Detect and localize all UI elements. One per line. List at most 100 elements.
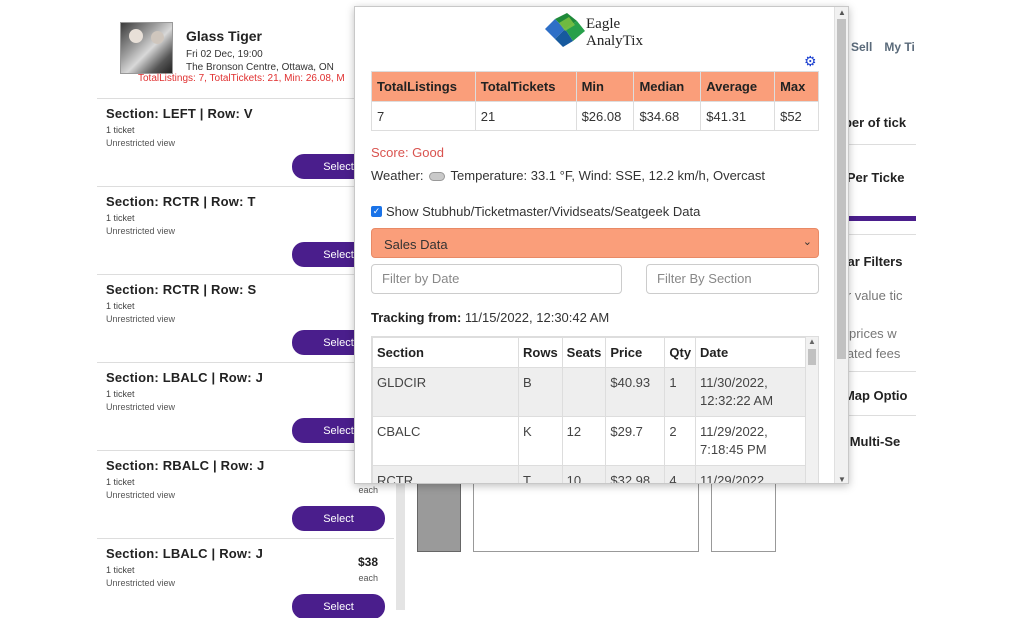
listing-item[interactable]: Section: LBALC | Row: J 1 ticket Unrestr… <box>97 362 394 450</box>
seat-map-section[interactable] <box>473 483 699 552</box>
sales-date-time: 7:18:45 PM <box>700 442 767 457</box>
listing-title: Section: RCTR | Row: S <box>106 282 257 297</box>
listing-qty: 1 ticket <box>106 125 135 135</box>
sales-table: Section Rows Seats Price Qty Date GLDCIR… <box>372 337 806 484</box>
listing-qty: 1 ticket <box>106 477 135 487</box>
listing-view: Unrestricted view <box>106 402 176 412</box>
sales-cell-seats: 10 <box>561 465 607 483</box>
stats-header: Average <box>700 71 776 102</box>
sales-date-day: 11/29/2022, <box>700 424 768 439</box>
stats-value: $41.31 <box>700 101 776 131</box>
sales-cell-seats: 12 <box>561 416 607 466</box>
sales-cell-date: 11/29/2022, <box>695 465 806 484</box>
logo: Eagle AnalyTix <box>541 11 651 51</box>
scroll-up-icon[interactable]: ▲ <box>808 337 816 346</box>
table-row: CBALC K 12 $29.7 2 11/29/2022, 7:18:45 PM <box>372 416 806 466</box>
event-title: Glass Tiger <box>186 28 263 44</box>
popup-content: Eagle AnalyTix ⚙ TotalListings TotalTick… <box>355 7 836 484</box>
stats-header: Median <box>633 71 702 102</box>
event-date: Fri 02 Dec, 19:00 <box>186 49 263 60</box>
stats-value: $52 <box>774 101 819 131</box>
sales-date-time: 12:32:22 AM <box>700 393 774 408</box>
sales-header: Date <box>695 337 806 368</box>
stats-value: 7 <box>371 101 476 131</box>
listing-item[interactable]: Section: RCTR | Row: T 1 ticket Unrestri… <box>97 186 394 274</box>
sales-cell-rows: B <box>518 367 563 417</box>
stats-header: TotalListings <box>371 71 476 102</box>
listing-title: Section: RCTR | Row: T <box>106 194 256 209</box>
sales-cell-price: $32.98 <box>605 465 666 483</box>
weather-detail: Temperature: 33.1 °F, Wind: SSE, 12.2 km… <box>450 168 765 183</box>
listing-item[interactable]: Section: LBALC | Row: J 1 ticket Unrestr… <box>97 538 394 618</box>
stats-value: $34.68 <box>633 101 702 131</box>
seat-map-section[interactable] <box>417 481 461 552</box>
tracking-value: 11/15/2022, 12:30:42 AM <box>464 310 610 325</box>
weather-label: Weather: <box>371 168 424 183</box>
score-text: Score: Good <box>371 145 444 160</box>
sales-header: Section <box>372 337 519 368</box>
logo-text-line2: AnalyTix <box>586 33 643 49</box>
listing-item[interactable]: Section: LEFT | Row: V 1 ticket Unrestri… <box>97 98 394 186</box>
dropdown-selected-value: Sales Data <box>384 237 448 252</box>
sales-date-day: 11/30/2022, <box>700 375 768 390</box>
listing-price: $38 <box>357 555 378 569</box>
chevron-down-icon: ⌄ <box>802 236 812 248</box>
stats-table: TotalListings TotalTickets Min Median Av… <box>371 71 819 131</box>
sales-cell-price: $29.7 <box>605 416 666 466</box>
sales-header: Seats <box>561 337 607 368</box>
sales-data-dropdown[interactable]: Sales Data ⌄ <box>371 228 819 258</box>
tracking-label: Tracking from: <box>371 310 462 325</box>
nav-sell-link[interactable]: Sell <box>851 40 872 54</box>
sales-cell-date: 11/30/2022, 12:32:22 AM <box>695 367 806 417</box>
listing-qty: 1 ticket <box>106 213 135 223</box>
tracking-row: Tracking from: 11/15/2022, 12:30:42 AM <box>371 310 609 325</box>
nav-my-tickets-link[interactable]: My Ti <box>884 40 914 54</box>
event-summary: TotalListings: 7, TotalTickets: 21, Min:… <box>138 73 345 84</box>
listing-view: Unrestricted view <box>106 138 176 148</box>
listing-item[interactable]: Section: RCTR | Row: S 1 ticket Unrestri… <box>97 274 394 362</box>
sales-cell-qty: 2 <box>664 416 697 466</box>
select-button[interactable]: Select <box>292 506 385 531</box>
show-data-checkbox[interactable]: ✓ <box>371 206 382 217</box>
listing-title: Section: LBALC | Row: J <box>106 546 264 561</box>
sales-cell-section: RCTR <box>372 465 519 483</box>
filter-by-section-input[interactable]: Filter By Section <box>646 264 819 294</box>
stats-value: $26.08 <box>575 101 635 131</box>
show-data-label: Show Stubhub/Ticketmaster/Vividseats/Sea… <box>386 204 701 219</box>
weather-row: Weather: Temperature: 33.1 °F, Wind: SSE… <box>371 168 765 183</box>
scroll-up-icon[interactable]: ▲ <box>838 8 846 17</box>
filter-by-date-input[interactable]: Filter by Date <box>371 264 622 294</box>
listing-title: Section: LBALC | Row: J <box>106 370 264 385</box>
sales-date-day: 11/29/2022, <box>700 473 768 484</box>
gear-icon[interactable]: ⚙ <box>804 53 817 70</box>
stats-header: TotalTickets <box>474 71 577 102</box>
listing-item[interactable]: Section: RBALC | Row: J 1 ticket Unrestr… <box>97 450 394 538</box>
show-data-option[interactable]: ✓ Show Stubhub/Ticketmaster/Vividseats/S… <box>371 204 700 219</box>
popup-scrollbar[interactable]: ▲ ▼ <box>834 7 848 483</box>
scrollbar-thumb[interactable] <box>808 349 816 365</box>
eagle-analytix-popup: Eagle AnalyTix ⚙ TotalListings TotalTick… <box>354 6 849 484</box>
select-button[interactable]: Select <box>292 594 385 618</box>
sales-cell-section: GLDCIR <box>372 367 519 417</box>
sales-table-container[interactable]: Section Rows Seats Price Qty Date GLDCIR… <box>371 336 819 484</box>
top-nav: Sell My Ti <box>851 40 927 54</box>
listing-view: Unrestricted view <box>106 578 176 588</box>
listing-view: Unrestricted view <box>106 226 176 236</box>
listing-qty: 1 ticket <box>106 389 135 399</box>
listings-list: Section: LEFT | Row: V 1 ticket Unrestri… <box>97 98 394 618</box>
sales-cell-rows: K <box>518 416 563 466</box>
listing-qty: 1 ticket <box>106 301 135 311</box>
listing-title: Section: LEFT | Row: V <box>106 106 253 121</box>
table-row: GLDCIR B $40.93 1 11/30/2022, 12:32:22 AM <box>372 367 806 417</box>
listing-each: each <box>358 573 378 583</box>
logo-text-line1: Eagle <box>586 16 621 32</box>
scroll-down-icon[interactable]: ▼ <box>838 475 846 483</box>
sales-cell-qty: 1 <box>664 367 697 417</box>
sales-header: Price <box>605 337 666 368</box>
cloud-icon <box>429 172 446 181</box>
sales-table-scrollbar[interactable]: ▲ <box>805 337 818 483</box>
seat-map-section[interactable] <box>711 483 776 552</box>
sales-cell-price: $40.93 <box>605 367 666 417</box>
scrollbar-thumb[interactable] <box>837 19 846 359</box>
event-photo <box>120 22 173 74</box>
